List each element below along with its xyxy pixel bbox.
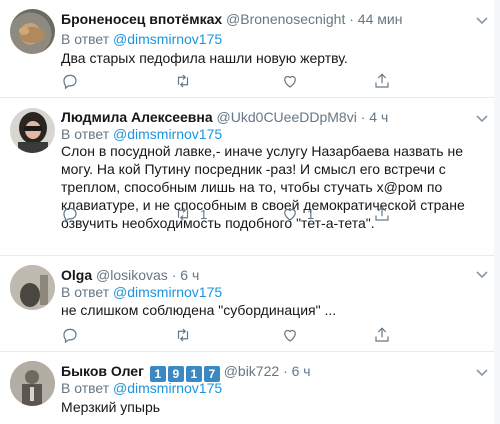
retweet-button[interactable]: 1 [174, 205, 207, 223]
reply-button[interactable] [61, 326, 79, 344]
retweet-button[interactable] [174, 72, 200, 90]
user-handle[interactable]: @losikovas [96, 267, 168, 283]
user-handle[interactable]: @Bronenosecnight [226, 11, 345, 27]
like-button[interactable] [281, 72, 307, 90]
reply-prefix: В ответ [61, 380, 110, 396]
retweet-count: 1 [200, 206, 208, 222]
scrollbar[interactable] [494, 0, 500, 424]
tweet-item[interactable]: Броненосец впотёмках @Bronenosecnight · … [0, 0, 500, 98]
avatar[interactable] [10, 108, 55, 153]
tweet-item[interactable]: Людмила Алексеевна @Ukd0CUeeDDpM8vi · 4 … [0, 98, 500, 256]
share-button[interactable] [373, 205, 391, 223]
tweet-header: Броненосец впотёмках @Bronenosecnight · … [61, 10, 402, 28]
retweet-icon [177, 74, 189, 88]
avatar[interactable] [10, 9, 55, 54]
like-button[interactable] [281, 326, 299, 344]
reply-prefix: В ответ [61, 126, 110, 142]
chevron-down-icon[interactable] [474, 12, 490, 28]
tweet-item[interactable]: Быков Олег 1917 @bik722 · 6 ч В ответ @d… [0, 352, 500, 424]
user-handle[interactable]: @Ukd0CUeeDDpM8vi [217, 109, 357, 125]
tweet-text: не слишком соблюдена "субординация" ... [61, 302, 337, 318]
reply-to-link[interactable]: @dimsmirnov175 [113, 31, 222, 47]
avatar[interactable] [10, 265, 55, 310]
reply-context: В ответ @dimsmirnov175 [61, 379, 222, 397]
reply-context: В ответ @dimsmirnov175 [61, 125, 222, 143]
display-name[interactable]: Olga [61, 267, 92, 283]
reply-prefix: В ответ [61, 284, 110, 300]
reply-context: В ответ @dimsmirnov175 [61, 30, 222, 48]
share-icon [375, 206, 389, 221]
share-icon [375, 327, 389, 342]
timestamp[interactable]: 6 ч [180, 267, 199, 283]
display-name[interactable]: Людмила Алексеевна [61, 109, 213, 125]
tweet-item[interactable]: Olga @losikovas · 6 ч В ответ @dimsmirno… [0, 256, 500, 352]
tweet-text: Два старых педофила нашли новую жертву. [61, 50, 348, 66]
reply-icon [63, 328, 77, 344]
like-button[interactable]: 1 [281, 205, 314, 223]
separator-dot: · [349, 11, 354, 27]
separator-dot: · [283, 363, 288, 379]
share-icon [375, 73, 389, 88]
tweet-header: Людмила Алексеевна @Ukd0CUeeDDpM8vi · 4 … [61, 108, 388, 126]
separator-dot: · [171, 267, 177, 283]
tweet-actions: 1 1 [61, 205, 391, 225]
reply-button[interactable] [61, 72, 87, 90]
tweet-header: Olga @losikovas · 6 ч [61, 266, 199, 284]
reply-prefix: В ответ [61, 31, 110, 47]
timestamp[interactable]: 44 мин [358, 11, 403, 27]
retweet-icon [177, 328, 189, 342]
like-count: 1 [307, 206, 315, 222]
reply-icon [63, 207, 77, 223]
tweet-text: Мерзкий упырь [61, 399, 161, 415]
heart-icon [284, 208, 296, 221]
display-name[interactable]: Броненосец впотёмках [61, 11, 222, 27]
reply-context: В ответ @dimsmirnov175 [61, 283, 222, 301]
user-handle[interactable]: @bik722 [224, 363, 279, 379]
reply-button[interactable] [61, 205, 87, 223]
chevron-down-icon[interactable] [474, 266, 490, 282]
heart-icon [284, 329, 296, 342]
share-button[interactable] [373, 326, 391, 344]
reply-to-link[interactable]: @dimsmirnov175 [113, 380, 222, 396]
reply-to-link[interactable]: @dimsmirnov175 [113, 126, 222, 142]
display-name[interactable]: Быков Олег [61, 363, 144, 379]
reply-icon [63, 74, 77, 90]
tweet-actions [61, 72, 391, 92]
retweet-icon [177, 207, 189, 221]
reply-to-link[interactable]: @dimsmirnov175 [113, 284, 222, 300]
timestamp[interactable]: 6 ч [292, 363, 311, 379]
separator-dot: · [360, 109, 366, 125]
tweet-actions [61, 326, 391, 346]
heart-icon [284, 75, 296, 88]
share-button[interactable] [373, 72, 391, 90]
avatar[interactable] [10, 361, 55, 406]
retweet-button[interactable] [174, 326, 192, 344]
chevron-down-icon[interactable] [474, 364, 490, 380]
timestamp[interactable]: 4 ч [369, 109, 388, 125]
chevron-down-icon[interactable] [474, 110, 490, 126]
